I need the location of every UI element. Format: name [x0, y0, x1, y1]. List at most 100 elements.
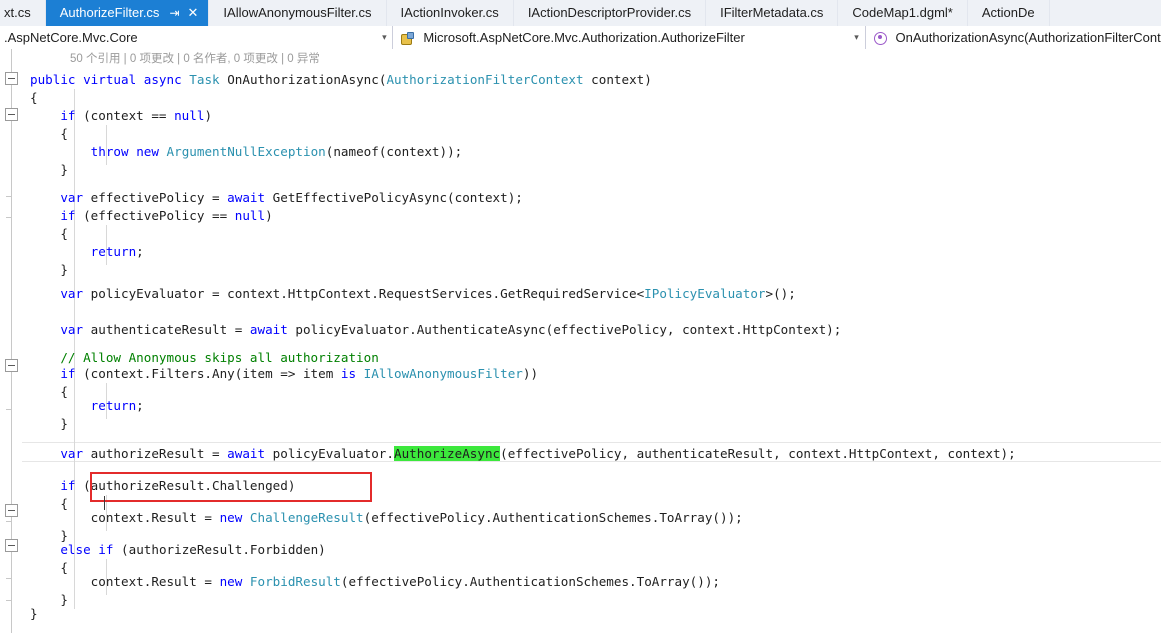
code-token: if: [60, 478, 76, 493]
class-icon: [399, 30, 415, 46]
close-icon[interactable]: ✕: [188, 5, 199, 21]
code-token: ): [265, 208, 273, 223]
outlining-tick: [6, 600, 12, 601]
document-tab-strip: xt.cs AuthorizeFilter.cs ⇥ ✕ IAllowAnony…: [0, 0, 1161, 27]
code-token: )): [522, 366, 539, 381]
text-caret: [104, 496, 105, 510]
document-tab-iactiondescriptorprovider[interactable]: IActionDescriptorProvider.cs: [513, 0, 707, 26]
code-token: IPolicyEvaluator: [644, 286, 766, 301]
code-token: await: [249, 322, 288, 337]
document-tab-xt[interactable]: xt.cs: [0, 0, 46, 26]
code-token: (effectivePolicy.AuthenticationSchemes.T…: [340, 574, 721, 589]
outlining-tick: [6, 409, 12, 410]
code-token: is: [340, 366, 357, 381]
code-token: var: [60, 446, 84, 461]
code-token: {: [30, 226, 68, 241]
method-icon: [872, 30, 888, 46]
tab-label: AuthorizeFilter.cs: [59, 5, 160, 20]
fold-toggle-icon[interactable]: [5, 72, 18, 85]
code-token: (authorizeResult.Forbidden): [113, 542, 326, 557]
chevron-down-icon[interactable]: ▾: [376, 32, 392, 43]
type-dropdown-label: Microsoft.AspNetCore.Mvc.Authorization.A…: [423, 30, 745, 45]
code-token: ): [204, 108, 213, 123]
code-token: (context ==: [75, 108, 175, 123]
code-token: throw: [90, 144, 129, 159]
code-token: policyEvaluator.AuthenticateAsync(effect…: [287, 322, 842, 337]
code-token: }: [30, 262, 68, 277]
tab-label: IAllowAnonymousFilter.cs: [223, 5, 372, 20]
fold-toggle-icon[interactable]: [5, 539, 18, 552]
tab-label: CodeMap1.dgml*: [852, 5, 953, 20]
document-tab-authorizefilter[interactable]: AuthorizeFilter.cs ⇥ ✕: [45, 0, 210, 26]
code-token: ArgumentNullException: [166, 144, 326, 159]
code-line: else if (authorizeResult.Forbidden): [30, 541, 326, 559]
code-token: context.Result =: [30, 574, 220, 589]
code-token: }: [30, 606, 38, 621]
code-editor[interactable]: 50 个引用 | 0 项更改 | 0 名作者, 0 项更改 | 0 异常 pub…: [0, 49, 1161, 633]
code-line: var authorizeResult = await policyEvalua…: [30, 445, 1016, 463]
code-token: // Allow Anonymous skips all authorizati…: [60, 350, 379, 365]
code-line: public virtual async Task OnAuthorizatio…: [30, 71, 652, 89]
code-line: {: [30, 225, 68, 243]
code-text-area[interactable]: 50 个引用 | 0 项更改 | 0 名作者, 0 项更改 | 0 异常 pub…: [22, 49, 1161, 633]
outlining-margin[interactable]: [0, 49, 22, 633]
code-token: policyEvaluator.: [265, 446, 394, 461]
pin-icon[interactable]: ⇥: [169, 6, 179, 20]
chevron-down-icon[interactable]: ▾: [849, 32, 865, 43]
code-token: if: [60, 208, 76, 223]
code-token: async: [143, 72, 182, 87]
code-line: var effectivePolicy = await GetEffective…: [30, 189, 523, 207]
document-tab-ifiltermetadata[interactable]: IFilterMetadata.cs: [706, 0, 839, 26]
code-token: >();: [765, 286, 796, 301]
code-token: await: [227, 446, 266, 461]
code-token: return: [90, 398, 137, 413]
code-line: throw new ArgumentNullException(nameof(c…: [30, 143, 463, 161]
codelens-indicator[interactable]: 50 个引用 | 0 项更改 | 0 名作者, 0 项更改 | 0 异常: [70, 51, 320, 68]
document-tab-codemap1[interactable]: CodeMap1.dgml*: [838, 0, 968, 26]
code-token: }: [30, 416, 68, 431]
code-token: ;: [136, 398, 144, 413]
document-tab-iactioninvoker[interactable]: IActionInvoker.cs: [386, 0, 514, 26]
code-token: {: [30, 90, 38, 105]
type-dropdown[interactable]: Microsoft.AspNetCore.Mvc.Authorization.A…: [393, 26, 866, 49]
tab-label: xt.cs: [4, 5, 31, 20]
document-tab-actionde[interactable]: ActionDe: [967, 0, 1050, 26]
fold-toggle-icon[interactable]: [5, 359, 18, 372]
code-token: policyEvaluator = context.HttpContext.Re…: [83, 286, 645, 301]
code-line: if (context.Filters.Any(item => item is …: [30, 365, 538, 383]
code-token: authorizeResult =: [83, 446, 228, 461]
code-line: if (context == null): [30, 107, 212, 125]
selected-token: AuthorizeAsync: [393, 446, 501, 461]
code-line: context.Result = new ForbidResult(effect…: [30, 573, 720, 591]
code-token: new: [219, 510, 243, 525]
code-token: (effectivePolicy, authenticateResult, co…: [500, 446, 1016, 461]
outlining-tick: [6, 521, 12, 522]
fold-toggle-icon[interactable]: [5, 108, 18, 121]
project-dropdown[interactable]: .AspNetCore.Mvc.Core ▾: [0, 26, 394, 49]
code-token: AuthorizationFilterContext: [386, 72, 584, 87]
code-token: null: [174, 108, 205, 123]
code-token: context): [583, 72, 652, 87]
code-line: return;: [30, 397, 144, 415]
code-token: Task: [189, 72, 220, 87]
code-token: new: [136, 144, 159, 159]
member-dropdown[interactable]: OnAuthorizationAsync(AuthorizationFilter…: [866, 26, 1161, 49]
document-tab-iallowanonymousfilter[interactable]: IAllowAnonymousFilter.cs: [209, 0, 387, 26]
code-line: if (effectivePolicy == null): [30, 207, 273, 225]
fold-toggle-icon[interactable]: [5, 504, 18, 517]
code-token: else: [60, 542, 91, 557]
